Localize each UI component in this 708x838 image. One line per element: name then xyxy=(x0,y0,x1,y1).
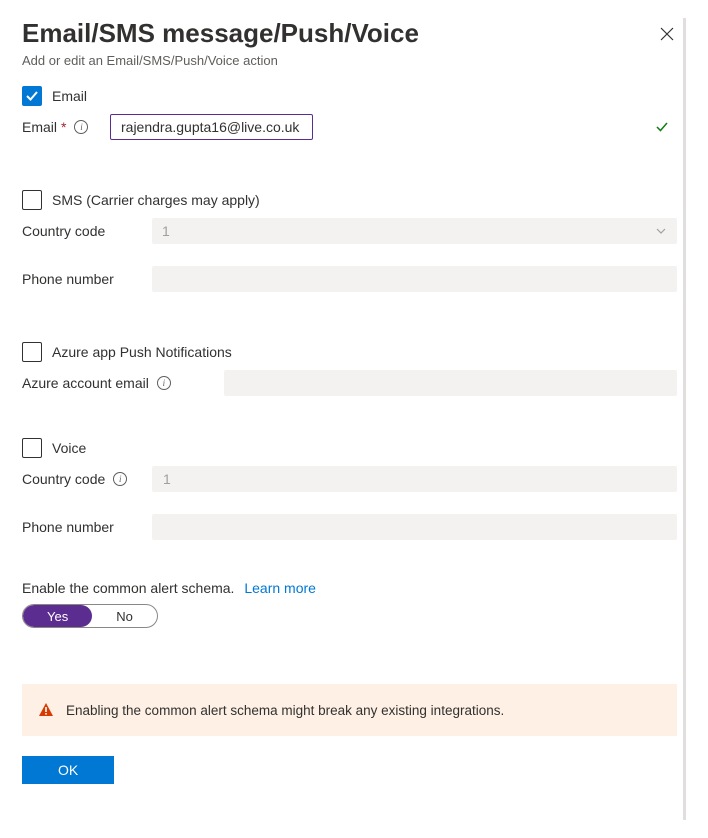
sms-checkbox[interactable] xyxy=(22,190,42,210)
ok-button[interactable]: OK xyxy=(22,756,114,784)
voice-country-label: Country code xyxy=(22,471,105,487)
learn-more-link[interactable]: Learn more xyxy=(244,580,316,596)
sms-phone-input[interactable] xyxy=(152,266,677,292)
push-email-input[interactable] xyxy=(224,370,677,396)
voice-country-input[interactable] xyxy=(152,466,677,492)
schema-toggle[interactable]: Yes No xyxy=(22,604,158,628)
info-icon[interactable]: i xyxy=(157,376,171,390)
voice-phone-label: Phone number xyxy=(22,519,114,535)
voice-checkbox[interactable] xyxy=(22,438,42,458)
email-input[interactable] xyxy=(110,114,313,140)
close-button[interactable] xyxy=(657,24,677,44)
sms-country-label: Country code xyxy=(22,223,105,239)
panel-subtitle: Add or edit an Email/SMS/Push/Voice acti… xyxy=(22,53,677,68)
sms-phone-label: Phone number xyxy=(22,271,114,287)
push-checkbox[interactable] xyxy=(22,342,42,362)
valid-icon xyxy=(655,120,669,134)
warning-banner: Enabling the common alert schema might b… xyxy=(22,684,677,736)
panel-title: Email/SMS message/Push/Voice xyxy=(22,18,677,49)
push-checkbox-label: Azure app Push Notifications xyxy=(52,344,232,360)
email-checkbox-label: Email xyxy=(52,88,87,104)
check-icon xyxy=(25,89,39,103)
email-checkbox[interactable] xyxy=(22,86,42,106)
push-field-label: Azure account email xyxy=(22,375,149,391)
voice-checkbox-label: Voice xyxy=(52,440,86,456)
sms-checkbox-label: SMS (Carrier charges may apply) xyxy=(52,192,260,208)
warning-text: Enabling the common alert schema might b… xyxy=(66,703,504,718)
warning-icon xyxy=(38,702,54,718)
info-icon[interactable]: i xyxy=(74,120,88,134)
voice-phone-input[interactable] xyxy=(152,514,677,540)
close-icon xyxy=(660,27,674,41)
schema-label: Enable the common alert schema. xyxy=(22,580,234,596)
required-indicator: * xyxy=(61,119,66,135)
toggle-no[interactable]: No xyxy=(92,605,157,627)
email-field-label: Email xyxy=(22,119,57,135)
sms-country-value: 1 xyxy=(162,223,170,239)
toggle-yes[interactable]: Yes xyxy=(23,605,92,627)
info-icon[interactable]: i xyxy=(113,472,127,486)
sms-country-select[interactable]: 1 xyxy=(152,218,677,244)
chevron-down-icon xyxy=(655,225,667,237)
